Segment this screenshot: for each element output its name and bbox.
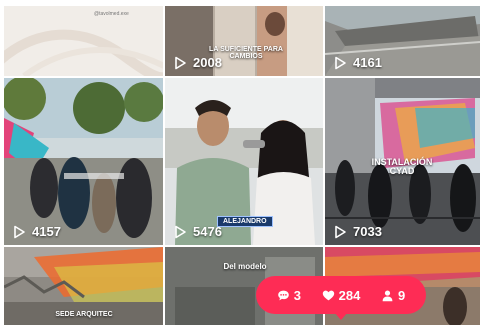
comments-count: 3 xyxy=(293,287,301,303)
play-icon xyxy=(333,56,347,70)
view-count: 4161 xyxy=(333,55,382,70)
view-count-label: 4157 xyxy=(32,224,61,239)
video-tile-5[interactable]: ALEJANDRO 5476 xyxy=(165,78,323,245)
stats-badge-body: 3 284 9 xyxy=(256,276,426,314)
video-thumbnail xyxy=(4,6,163,76)
view-count-label: 4161 xyxy=(353,55,382,70)
likes-stat: 284 xyxy=(322,287,361,303)
followers-stat: 9 xyxy=(381,288,405,303)
video-tile-4[interactable]: 4157 xyxy=(4,78,163,245)
stats-badge: 3 284 9 xyxy=(256,276,426,320)
play-icon xyxy=(12,225,26,239)
view-count-label: 5476 xyxy=(193,224,222,239)
video-tile-1[interactable]: @tavolmed.exe xyxy=(4,6,163,76)
followers-count: 9 xyxy=(398,287,406,303)
view-count: 5476 xyxy=(173,224,222,239)
video-tile-2[interactable]: LA SUFICIENTE PARA CAMBIOS 2008 xyxy=(165,6,323,76)
video-tile-3[interactable]: 4161 xyxy=(325,6,480,76)
view-count: 7033 xyxy=(333,224,382,239)
play-icon xyxy=(333,225,347,239)
view-count: 2008 xyxy=(173,55,222,70)
tile-caption: Del modelo xyxy=(223,262,267,271)
view-count-label: 2008 xyxy=(193,55,222,70)
likes-count: 284 xyxy=(338,287,361,303)
name-tag: ALEJANDRO xyxy=(217,216,273,227)
tile-handle: @tavolmed.exe xyxy=(94,11,129,17)
video-tile-7[interactable]: SEDE ARQUITEC xyxy=(4,247,163,325)
play-icon xyxy=(173,225,187,239)
play-icon xyxy=(173,56,187,70)
comments-stat: 3 xyxy=(277,288,301,303)
video-thumbnail xyxy=(4,78,163,245)
comment-icon xyxy=(277,290,289,300)
view-count-label: 7033 xyxy=(353,224,382,239)
tile-caption: INSTALACIÓN CYAD xyxy=(371,157,433,177)
video-tile-6[interactable]: INSTALACIÓN CYAD 7033 xyxy=(325,78,480,245)
badge-pointer xyxy=(334,312,348,320)
view-count: 4157 xyxy=(12,224,61,239)
tile-caption: SEDE ARQUITEC xyxy=(55,311,113,318)
heart-icon xyxy=(322,290,334,300)
user-icon xyxy=(382,289,393,301)
